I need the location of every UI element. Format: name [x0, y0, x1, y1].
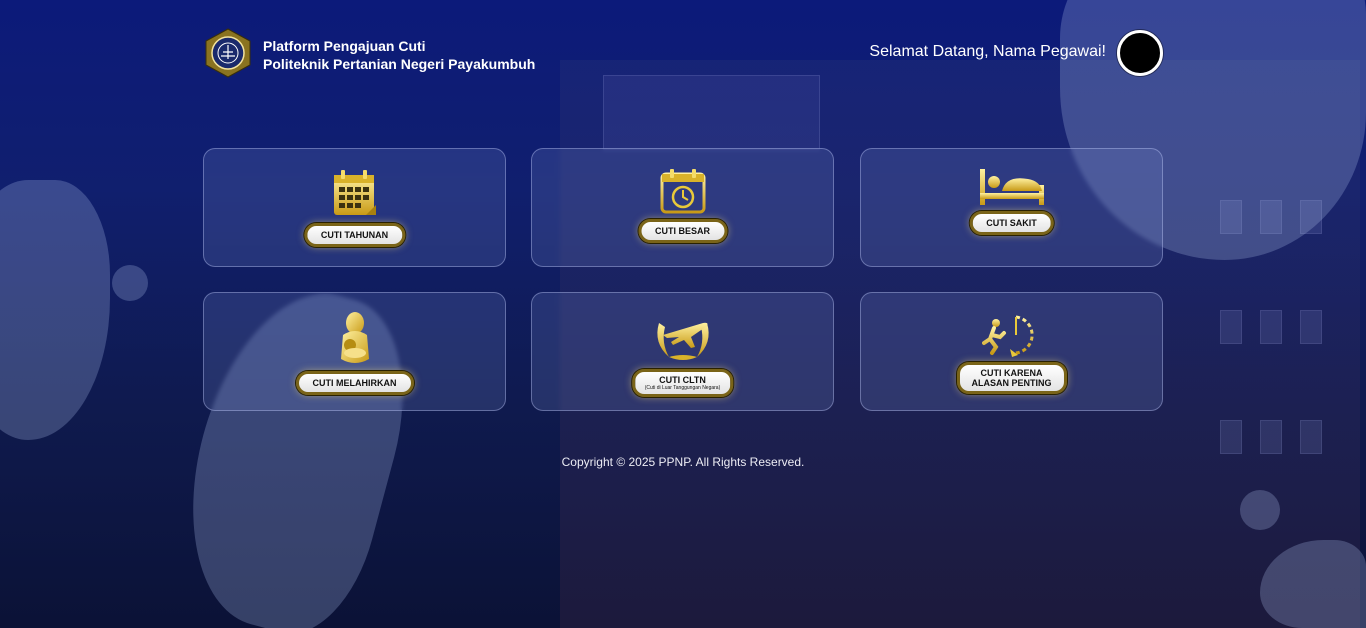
brand-line-2: Politeknik Pertanian Negeri Payakumbuh [263, 56, 536, 72]
menu-card-cuti-tahunan[interactable]: CUTI TAHUNAN [203, 148, 506, 267]
bed-icon [978, 167, 1046, 212]
menu-label-cuti-melahirkan: CUTI MELAHIRKAN [295, 371, 414, 395]
user-avatar[interactable] [1117, 30, 1163, 76]
decorative-blob [1240, 490, 1280, 530]
calendar-clock-icon [660, 169, 706, 220]
brand-title: Platform Pengajuan Cuti Politeknik Perta… [263, 37, 535, 73]
menu-label-cuti-tahunan: CUTI TAHUNAN [303, 223, 406, 247]
menu-label-cuti-besar: CUTI BESAR [637, 219, 728, 243]
menu-label-cuti-sakit: CUTI SAKIT [969, 211, 1054, 235]
airplane-wreath-icon [651, 313, 715, 368]
leave-menu-grid: CUTI TAHUNAN CUTI BESAR CUTI SAKIT CUTI … [203, 148, 1163, 416]
building-signboard [603, 75, 820, 150]
menu-card-cuti-alasan-penting[interactable]: CUTI KARENA ALASAN PENTING [860, 292, 1163, 411]
menu-label-line-2: ALASAN PENTING [971, 378, 1052, 388]
menu-label-cuti-alasan-penting: CUTI KARENA ALASAN PENTING [956, 362, 1067, 394]
menu-card-cuti-sakit[interactable]: CUTI SAKIT [860, 148, 1163, 267]
menu-card-cuti-cltn[interactable]: CUTI CLTN (Cuti di Luar Tanggungan Negar… [531, 292, 834, 411]
menu-label-line-1: CUTI KARENA [980, 368, 1043, 378]
decorative-blob [0, 180, 110, 440]
running-clock-icon [981, 313, 1042, 364]
menu-card-cuti-besar[interactable]: CUTI BESAR [531, 148, 834, 267]
top-header: Platform Pengajuan Cuti Politeknik Perta… [203, 28, 1163, 78]
menu-label-cuti-cltn-sub: (Cuti di Luar Tanggungan Negara) [644, 385, 721, 391]
calendar-grid-icon [332, 169, 378, 224]
welcome-text: Selamat Datang, Nama Pegawai! [869, 43, 1106, 60]
menu-card-cuti-melahirkan[interactable]: CUTI MELAHIRKAN [203, 292, 506, 411]
footer-copyright: Copyright © 2025 PPNP. All Rights Reserv… [561, 455, 805, 469]
decorative-blob [112, 265, 148, 301]
menu-label-cuti-cltn: CUTI CLTN (Cuti di Luar Tanggungan Negar… [631, 369, 734, 397]
ppnp-logo[interactable] [203, 28, 253, 78]
mother-baby-icon [337, 311, 373, 372]
brand-line-1: Platform Pengajuan Cuti [263, 38, 426, 54]
menu-label-cuti-cltn-main: CUTI CLTN [659, 375, 706, 385]
